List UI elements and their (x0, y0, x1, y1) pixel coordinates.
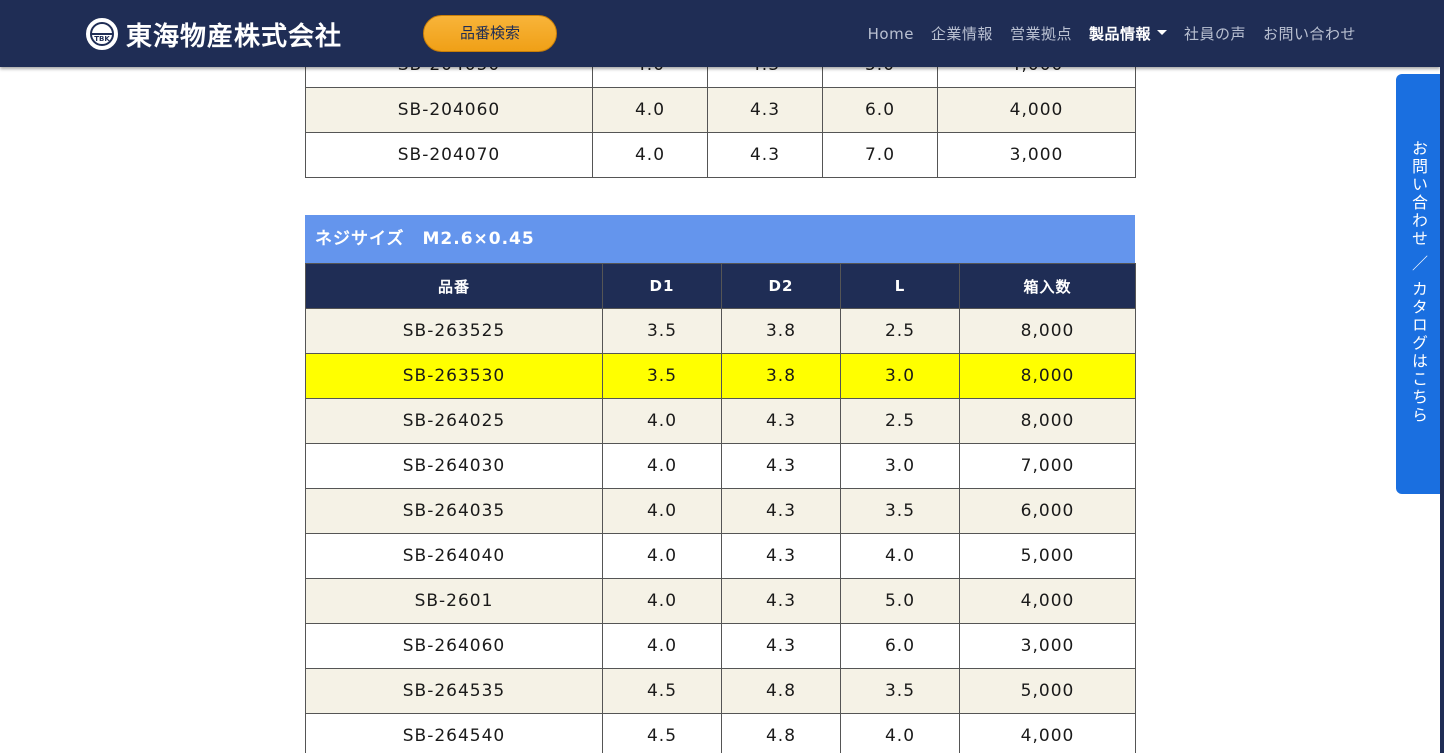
nav-link-products-label: 製品情報 (1088, 25, 1151, 43)
box-quantity-cell: 3,000 (937, 132, 1136, 178)
nav-link-home[interactable]: Home (868, 25, 914, 43)
main-nav: Home 企業情報 営業拠点 製品情報 社員の声 お問い合わせ (851, 0, 1356, 67)
length-cell: 3.0 (840, 353, 960, 399)
d2-cell: 4.3 (721, 443, 841, 489)
table-row: SB-264025 4.0 4.3 2.5 8,000 (305, 398, 1136, 444)
d2-cell: 4.3 (707, 87, 823, 133)
box-quantity-cell: 8,000 (959, 353, 1136, 399)
table-row: SB-264535 4.5 4.8 3.5 5,000 (305, 668, 1136, 714)
table-row: SB-264030 4.0 4.3 3.0 7,000 (305, 443, 1136, 489)
top-navbar: TBK 東海物産株式会社 品番検索 Home 企業情報 営業拠点 製品情報 社員… (0, 0, 1440, 67)
table-row: SB-264035 4.0 4.3 3.5 6,000 (305, 488, 1136, 534)
part-number-search-button[interactable]: 品番検索 (423, 15, 557, 52)
part-number-cell: SB-264535 (305, 668, 603, 714)
nav-link-contact[interactable]: お問い合わせ (1263, 23, 1356, 44)
length-cell: 3.5 (840, 488, 960, 534)
column-header-length: L (840, 263, 960, 309)
column-header-d2: D2 (721, 263, 841, 309)
logo-mark-text: TBK (94, 35, 110, 43)
d1-cell: 4.0 (602, 443, 722, 489)
box-quantity-cell: 5,000 (959, 668, 1136, 714)
length-cell: 7.0 (822, 132, 938, 178)
d1-cell: 4.0 (592, 87, 708, 133)
nav-link-sales-offices[interactable]: 営業拠点 (1010, 23, 1072, 44)
column-header-d1: D1 (602, 263, 722, 309)
length-cell: 2.5 (840, 308, 960, 354)
part-number-cell: SB-263525 (305, 308, 603, 354)
part-number-cell: SB-264035 (305, 488, 603, 534)
window-edge (1440, 0, 1444, 753)
d1-cell: 4.5 (602, 668, 722, 714)
length-cell: 4.0 (840, 713, 960, 753)
d2-cell: 4.8 (721, 668, 841, 714)
side-tab-label: お問い合わせ ／ カタログはこちら (1409, 140, 1428, 425)
box-quantity-cell: 8,000 (959, 308, 1136, 354)
table-row: SB-264040 4.0 4.3 4.0 5,000 (305, 533, 1136, 579)
table-row: SB-204070 4.0 4.3 7.0 3,000 (305, 132, 1136, 178)
page-viewport: SB-204050 4.0 4.3 5.0 4,000 SB-204060 4.… (0, 0, 1444, 753)
length-cell: 3.0 (840, 443, 960, 489)
d1-cell: 4.0 (602, 578, 722, 624)
length-cell: 5.0 (840, 578, 960, 624)
nav-link-employee-voices[interactable]: 社員の声 (1184, 23, 1246, 44)
d2-cell: 4.3 (721, 623, 841, 669)
highlighted-table-row: SB-263530 3.5 3.8 3.0 8,000 (305, 353, 1136, 399)
part-number-cell: SB-264025 (305, 398, 603, 444)
box-quantity-cell: 3,000 (959, 623, 1136, 669)
box-quantity-cell: 8,000 (959, 398, 1136, 444)
d2-cell: 4.8 (721, 713, 841, 753)
d1-cell: 4.0 (602, 488, 722, 534)
spec-table-m26: 品番 D1 D2 L 箱入数 SB-263525 3.5 3.8 2.5 8,0… (305, 263, 1136, 753)
table-row: SB-264060 4.0 4.3 6.0 3,000 (305, 623, 1136, 669)
nav-link-company-info[interactable]: 企業情報 (931, 23, 993, 44)
company-logo[interactable]: TBK 東海物産株式会社 (86, 14, 342, 54)
part-number-cell: SB-204070 (305, 132, 593, 178)
company-name: 東海物産株式会社 (126, 21, 343, 52)
box-quantity-cell: 7,000 (959, 443, 1136, 489)
length-cell: 6.0 (822, 87, 938, 133)
logo-mark-icon: TBK (86, 18, 118, 50)
d2-cell: 3.8 (721, 353, 841, 399)
table-row: SB-263525 3.5 3.8 2.5 8,000 (305, 308, 1136, 354)
d1-cell: 3.5 (602, 308, 722, 354)
screw-size-heading: ネジサイズ M2.6×0.45 (305, 215, 1135, 263)
box-quantity-cell: 4,000 (959, 713, 1136, 753)
box-quantity-cell: 4,000 (937, 87, 1136, 133)
column-header-box-quantity: 箱入数 (959, 263, 1136, 309)
d2-cell: 4.3 (707, 132, 823, 178)
table-row: SB-2601 4.0 4.3 5.0 4,000 (305, 578, 1136, 624)
box-quantity-cell: 5,000 (959, 533, 1136, 579)
d2-cell: 4.3 (721, 398, 841, 444)
d1-cell: 3.5 (602, 353, 722, 399)
d1-cell: 4.0 (602, 533, 722, 579)
part-number-cell: SB-264030 (305, 443, 603, 489)
box-quantity-cell: 4,000 (959, 578, 1136, 624)
d1-cell: 4.0 (602, 623, 722, 669)
length-cell: 3.5 (840, 668, 960, 714)
d1-cell: 4.5 (602, 713, 722, 753)
part-number-cell: SB-2601 (305, 578, 603, 624)
part-number-cell: SB-264040 (305, 533, 603, 579)
caret-down-icon (1156, 30, 1167, 35)
d2-cell: 4.3 (721, 488, 841, 534)
table-row: SB-204060 4.0 4.3 6.0 4,000 (305, 87, 1136, 133)
d1-cell: 4.0 (592, 132, 708, 178)
table-header-row: 品番 D1 D2 L 箱入数 (305, 263, 1136, 309)
nav-link-products-dropdown[interactable]: 製品情報 (1089, 23, 1167, 44)
part-number-cell: SB-264060 (305, 623, 603, 669)
part-number-cell: SB-204060 (305, 87, 593, 133)
column-header-part-number: 品番 (305, 263, 603, 309)
d2-cell: 4.3 (721, 578, 841, 624)
box-quantity-cell: 6,000 (959, 488, 1136, 534)
length-cell: 2.5 (840, 398, 960, 444)
part-number-cell: SB-264540 (305, 713, 603, 753)
length-cell: 4.0 (840, 533, 960, 579)
contact-catalog-side-tab[interactable]: お問い合わせ ／ カタログはこちら (1396, 74, 1440, 494)
length-cell: 6.0 (840, 623, 960, 669)
part-number-cell: SB-263530 (305, 353, 603, 399)
d2-cell: 3.8 (721, 308, 841, 354)
table-row: SB-264540 4.5 4.8 4.0 4,000 (305, 713, 1136, 753)
d2-cell: 4.3 (721, 533, 841, 579)
d1-cell: 4.0 (602, 398, 722, 444)
